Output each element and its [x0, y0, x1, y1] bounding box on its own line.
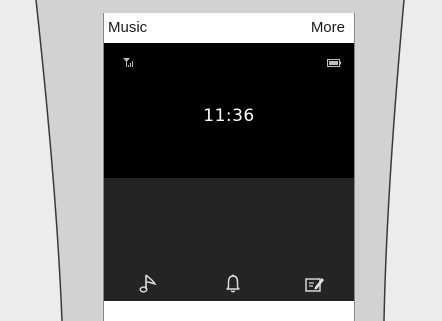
alarm-shortcut[interactable] [220, 271, 246, 297]
softkey-bar: Music More [104, 13, 354, 43]
bell-icon [226, 274, 240, 293]
more-softkey[interactable]: More [311, 19, 345, 36]
music-note-icon [139, 274, 157, 293]
shortcut-panel [104, 178, 354, 301]
memo-icon [305, 278, 324, 292]
music-shortcut[interactable] [136, 271, 162, 297]
music-softkey[interactable]: Music [108, 19, 147, 36]
idle-screen: 11:36 [104, 43, 354, 178]
signal-icon [123, 58, 133, 67]
memo-shortcut[interactable] [301, 271, 327, 297]
clock-time: 11:36 [203, 106, 255, 126]
phone-screen: 11:36 [104, 43, 354, 301]
battery-icon [327, 59, 341, 67]
screen-bottom-edge [104, 301, 354, 321]
